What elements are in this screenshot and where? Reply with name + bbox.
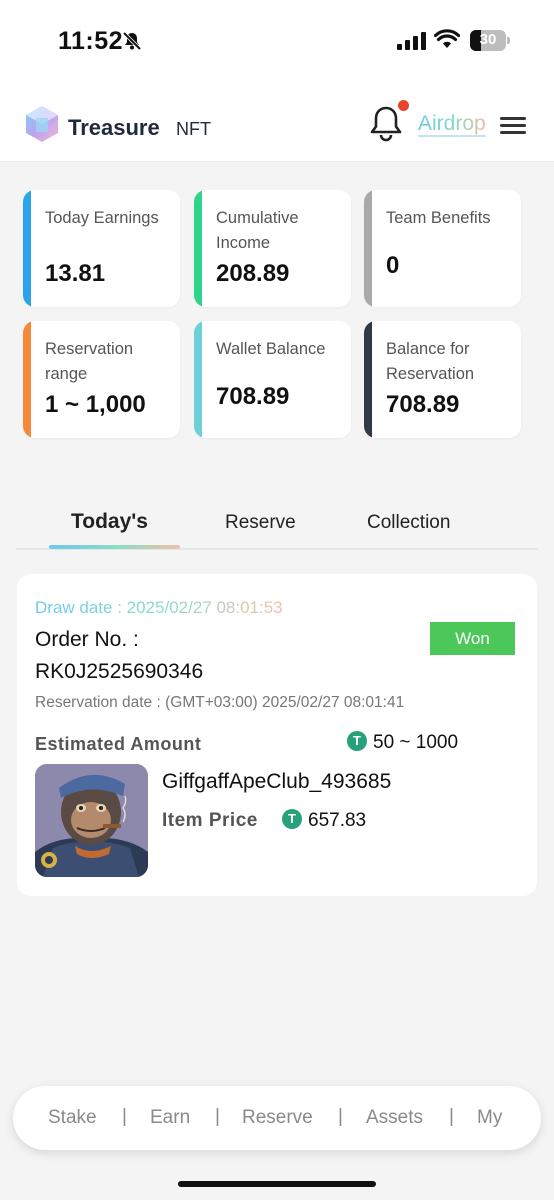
menu-icon[interactable] [500, 117, 526, 135]
stat-card-wallet-balance: Wallet Balance 708.89 [194, 321, 351, 438]
status-badge: Won [430, 622, 515, 655]
item-price-label: Item Price [162, 810, 258, 831]
estimated-amount: T 50 ~ 1000 [347, 730, 459, 754]
tab-reserve[interactable]: Reserve [225, 512, 296, 534]
battery-icon: 30 [470, 30, 506, 51]
stat-value: 1 ~ 1,000 [45, 391, 146, 418]
logo-text: Treasure [68, 115, 160, 140]
tab-collection[interactable]: Collection [367, 512, 450, 534]
order-number: RK0J2525690346 [35, 660, 204, 683]
tether-icon: T [282, 808, 302, 829]
signal-icon [397, 32, 426, 50]
order-number-label: Order No. : [35, 628, 139, 651]
estimated-amount-value: 50 ~ 1000 [373, 732, 459, 753]
stat-value: 0 [386, 252, 400, 279]
treasure-logo-icon [26, 106, 58, 142]
stat-card-cumulative-income: Cumulative Income 208.89 [194, 190, 351, 307]
stat-card-today-earnings: Today Earnings 13.81 [23, 190, 180, 307]
item-name: GiffgaffApeClub_493685 [162, 770, 392, 793]
nav-reserve[interactable]: Reserve [242, 1107, 313, 1129]
stat-value: 708.89 [216, 383, 290, 410]
wifi-icon [434, 29, 460, 48]
stat-value: 13.81 [45, 260, 106, 287]
stat-label: Today Earnings [45, 209, 159, 227]
draw-date: Draw date : 2025/02/27 08:01:53 [35, 598, 283, 617]
stat-card-accent [194, 321, 202, 438]
estimated-amount-label: Estimated Amount [35, 734, 202, 754]
stat-label: Cumulative Income [216, 209, 299, 252]
status-time: 11:52 [58, 27, 124, 55]
tab-todays[interactable]: Today's [71, 510, 148, 534]
reservation-date: Reservation date : (GMT+03:00) 2025/02/2… [35, 694, 405, 711]
nav-separator: | [122, 1106, 127, 1127]
stat-card-accent [364, 321, 372, 438]
stat-label: Team Benefits [386, 209, 491, 227]
stat-label: Wallet Balance [216, 340, 326, 358]
battery-tip [507, 37, 510, 44]
app-header: Treasure NFT Airdrop [0, 82, 554, 162]
battery-level: 30 [479, 31, 497, 48]
stat-card-reservation-range: Reservation range 1 ~ 1,000 [23, 321, 180, 438]
tab-bar: Today's Reserve Collection [16, 500, 538, 550]
status-bar: 11:52 30 [0, 0, 554, 82]
nav-my[interactable]: My [477, 1107, 502, 1129]
ape-nft-illustration [35, 764, 148, 877]
active-tab-indicator [49, 545, 180, 549]
notification-dot [398, 100, 409, 111]
nav-separator: | [215, 1106, 220, 1127]
stat-value: 708.89 [386, 391, 460, 418]
nav-stake[interactable]: Stake [48, 1107, 97, 1129]
item-price: T 657.83 [282, 808, 367, 832]
airdrop-link[interactable]: Airdrop [418, 113, 486, 137]
stat-card-accent [23, 190, 31, 307]
nft-image[interactable] [35, 764, 148, 877]
nav-earn[interactable]: Earn [150, 1107, 190, 1129]
stat-card-accent [194, 190, 202, 307]
nav-assets[interactable]: Assets [366, 1107, 423, 1129]
logo-subtext: NFT [176, 119, 211, 139]
stat-card-balance-for-reservation: Balance for Reservation 708.89 [364, 321, 521, 438]
stat-value: 208.89 [216, 260, 290, 287]
nav-separator: | [449, 1106, 454, 1127]
stat-card-team-benefits: Team Benefits 0 [364, 190, 521, 307]
nav-separator: | [338, 1106, 343, 1127]
stat-card-accent [364, 190, 372, 307]
item-price-value: 657.83 [308, 810, 367, 831]
tether-icon: T [347, 730, 367, 751]
stat-label: Balance for Reservation [386, 340, 475, 383]
bell-slash-icon [122, 31, 142, 51]
bottom-nav: Stake | Earn | Reserve | Assets | My [13, 1086, 541, 1150]
stat-card-accent [23, 321, 31, 438]
stat-label: Reservation range [45, 340, 134, 383]
bell-icon[interactable] [368, 104, 404, 142]
home-indicator [178, 1181, 376, 1187]
order-card[interactable]: Draw date : 2025/02/27 08:01:53 Order No… [17, 574, 537, 896]
